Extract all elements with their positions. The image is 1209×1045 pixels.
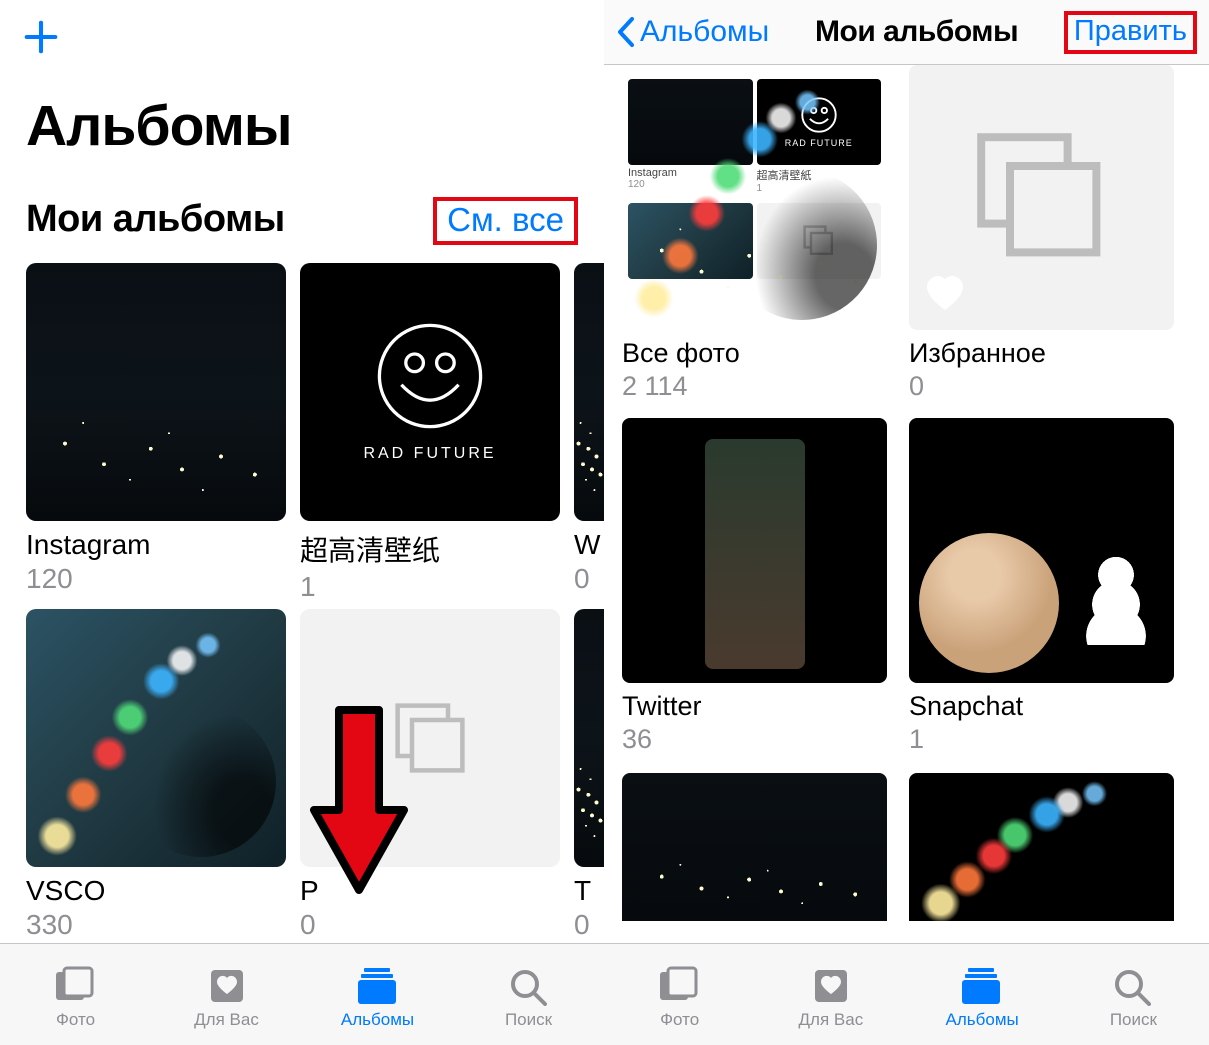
album-name: VSCO xyxy=(26,875,286,907)
album-vsco[interactable]: VSCO 330 xyxy=(26,609,286,941)
tab-photo[interactable]: Фото xyxy=(11,966,141,1030)
add-icon[interactable] xyxy=(22,43,60,60)
album-count: 330 xyxy=(26,909,286,941)
album-favorites[interactable]: Избранное 0 xyxy=(909,65,1174,414)
screenshot-right: Альбомы Мои альбомы Править Instagram xyxy=(604,0,1209,1045)
album-cut-1[interactable]: W 0 xyxy=(574,263,604,603)
annotation-box-see-all: См. все xyxy=(433,197,578,245)
album-thumbnail xyxy=(909,418,1174,683)
albums-grid: Instagram 120 RAD FUTURE 超高清壁纸 1 W 0 xyxy=(0,253,604,941)
edit-button[interactable]: Править xyxy=(1074,15,1187,47)
annotation-arrow-down xyxy=(304,700,414,905)
back-button[interactable]: Альбомы xyxy=(614,15,769,49)
album-thumbnail xyxy=(26,609,286,867)
album-name: 超高清壁纸 xyxy=(300,529,560,569)
album-count: 0 xyxy=(574,563,604,595)
search-icon xyxy=(507,966,551,1006)
annotation-box-edit: Править xyxy=(1064,11,1197,54)
album-thumbnail xyxy=(622,773,887,921)
album-partial-1[interactable] xyxy=(622,773,887,921)
album-count: 0 xyxy=(300,909,560,941)
page-title: Альбомы xyxy=(0,69,604,169)
search-icon xyxy=(1111,966,1155,1006)
photo-icon xyxy=(658,966,702,1006)
album-thumbnail-empty xyxy=(909,65,1174,330)
tab-search[interactable]: Поиск xyxy=(464,966,594,1030)
albums-icon xyxy=(356,966,400,1006)
album-name: W xyxy=(574,529,604,561)
tab-search[interactable]: Поиск xyxy=(1068,966,1198,1030)
albums-scroll[interactable]: Instagram 120 RAD FUTURE 超高清壁紙 1 xyxy=(604,65,1209,1045)
nav-title: Мои альбомы xyxy=(769,15,1064,49)
album-twitter[interactable]: Twitter 36 xyxy=(622,418,887,767)
nav-bar: Альбомы Мои альбомы Править xyxy=(604,0,1209,64)
album-count: 2 114 xyxy=(622,371,887,402)
album-count: 1 xyxy=(909,724,1174,755)
album-name: Twitter xyxy=(622,691,887,722)
album-thumbnail xyxy=(574,263,604,521)
stack-icon xyxy=(962,118,1122,278)
album-thumbnail xyxy=(909,773,1174,921)
album-thumbnail xyxy=(574,609,604,867)
section-title: Мои альбомы xyxy=(26,198,285,241)
album-count: 36 xyxy=(622,724,887,755)
see-all-link[interactable]: См. все xyxy=(447,201,564,238)
album-thumbnail: RAD FUTURE xyxy=(300,263,560,521)
album-name: Snapchat xyxy=(909,691,1174,722)
album-count: 0 xyxy=(574,909,604,941)
for-you-icon xyxy=(809,966,853,1006)
nav-bar xyxy=(0,0,604,69)
album-thumbnail xyxy=(26,263,286,521)
tab-albums[interactable]: Альбомы xyxy=(313,966,443,1030)
tab-for-you[interactable]: Для Вас xyxy=(162,966,292,1030)
albums-icon xyxy=(960,966,1004,1006)
album-name: Избранное xyxy=(909,338,1174,369)
albums-row-partial xyxy=(622,767,1191,921)
tab-bar: Фото Для Вас Альбомы Поиск xyxy=(604,943,1209,1045)
album-cut-2[interactable]: T 0 xyxy=(574,609,604,941)
tab-albums[interactable]: Альбомы xyxy=(917,966,1047,1030)
album-thumbnail xyxy=(622,418,887,683)
heart-icon xyxy=(923,272,967,316)
album-instagram[interactable]: Instagram 120 xyxy=(26,263,286,603)
for-you-icon xyxy=(205,966,249,1006)
screenshot-left: Альбомы Мои альбомы См. все Instagram 12… xyxy=(0,0,604,1045)
chevron-left-icon xyxy=(614,15,638,49)
album-partial-2[interactable] xyxy=(909,773,1174,921)
album-name: Instagram xyxy=(26,529,286,561)
album-count: 0 xyxy=(909,371,1174,402)
album-thumbnail: Instagram 120 RAD FUTURE 超高清壁紙 1 xyxy=(622,65,887,307)
album-snapchat[interactable]: Snapchat 1 xyxy=(909,418,1174,767)
album-count: 120 xyxy=(26,563,286,595)
album-all-photos[interactable]: Instagram 120 RAD FUTURE 超高清壁紙 1 xyxy=(622,65,887,414)
album-count: 1 xyxy=(300,571,560,603)
tab-bar: Фото Для Вас Альбомы Поиск xyxy=(0,943,604,1045)
tab-photo[interactable]: Фото xyxy=(615,966,745,1030)
album-name: T xyxy=(574,875,604,907)
section-header: Мои альбомы См. все xyxy=(0,169,604,253)
photo-icon xyxy=(54,966,98,1006)
album-wallpapers[interactable]: RAD FUTURE 超高清壁纸 1 xyxy=(300,263,560,603)
tab-for-you[interactable]: Для Вас xyxy=(766,966,896,1030)
album-name: Все фото xyxy=(622,338,887,369)
